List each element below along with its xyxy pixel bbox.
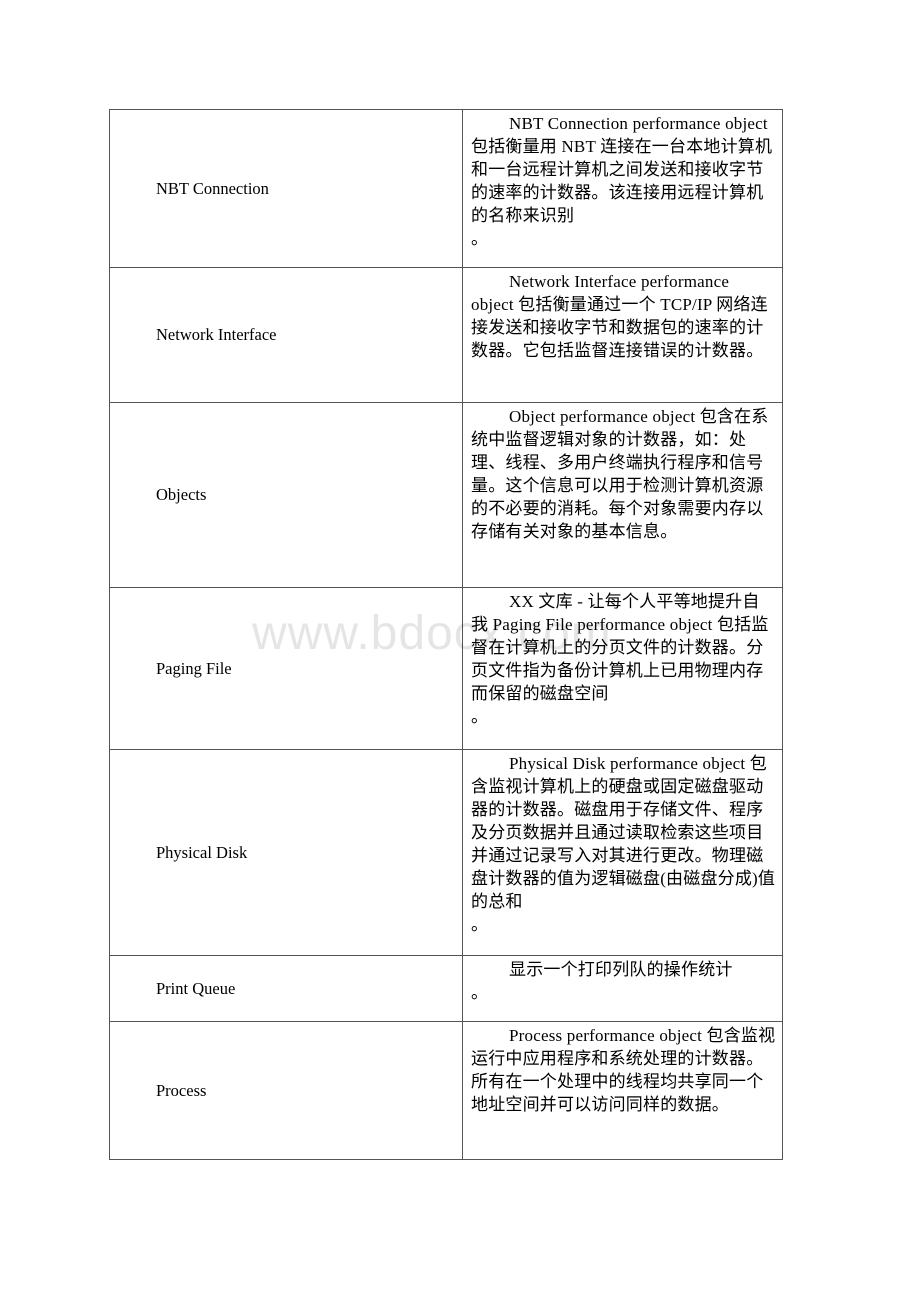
object-description: Process performance object 包含监视运行中应用程序和系… <box>471 1026 776 1114</box>
object-description: NBT Connection performance object 包括衡量用 … <box>471 114 773 225</box>
document-page: NBT Connection NBT Connection performanc… <box>0 0 920 1302</box>
object-description: Network Interface performance object 包括衡… <box>471 272 768 360</box>
object-description-cell: NBT Connection performance object 包括衡量用 … <box>462 109 783 268</box>
object-description: XX 文库 - 让每个人平等地提升自我 Paging File performa… <box>471 592 769 703</box>
table-row: Objects Object performance object 包含在系统中… <box>109 402 783 588</box>
trailing-period: 。 <box>471 983 488 1002</box>
table-row: Process Process performance object 包含监视运… <box>109 1021 783 1160</box>
object-description-cell: 显示一个打印列队的操作统计 。 <box>462 955 783 1022</box>
object-name: Physical Disk <box>109 749 463 956</box>
table-row: NBT Connection NBT Connection performanc… <box>109 109 783 268</box>
object-description: Object performance object 包含在系统中监督逻辑对象的计… <box>471 407 769 541</box>
table-row: Physical Disk Physical Disk performance … <box>109 749 783 956</box>
object-name: NBT Connection <box>109 109 463 268</box>
object-description-cell: Physical Disk performance object 包含监视计算机… <box>462 749 783 956</box>
object-name: Objects <box>109 402 463 588</box>
object-name: Process <box>109 1021 463 1160</box>
trailing-period: 。 <box>471 229 488 248</box>
object-name: Print Queue <box>109 955 463 1022</box>
object-name: Network Interface <box>109 267 463 403</box>
table-row: Network Interface Network Interface perf… <box>109 267 783 403</box>
trailing-period: 。 <box>471 915 488 934</box>
table-row: Print Queue 显示一个打印列队的操作统计 。 <box>109 955 783 1022</box>
performance-objects-table: NBT Connection NBT Connection performanc… <box>109 109 783 1160</box>
trailing-period: 。 <box>471 707 488 726</box>
object-description-cell: Process performance object 包含监视运行中应用程序和系… <box>462 1021 783 1160</box>
object-description: 显示一个打印列队的操作统计 <box>509 960 733 979</box>
object-name: Paging File <box>109 587 463 750</box>
object-description-cell: Object performance object 包含在系统中监督逻辑对象的计… <box>462 402 783 588</box>
table-row: Paging File XX 文库 - 让每个人平等地提升自我 Paging F… <box>109 587 783 750</box>
object-description-cell: XX 文库 - 让每个人平等地提升自我 Paging File performa… <box>462 587 783 750</box>
object-description-cell: Network Interface performance object 包括衡… <box>462 267 783 403</box>
object-description: Physical Disk performance object 包含监视计算机… <box>471 754 776 911</box>
